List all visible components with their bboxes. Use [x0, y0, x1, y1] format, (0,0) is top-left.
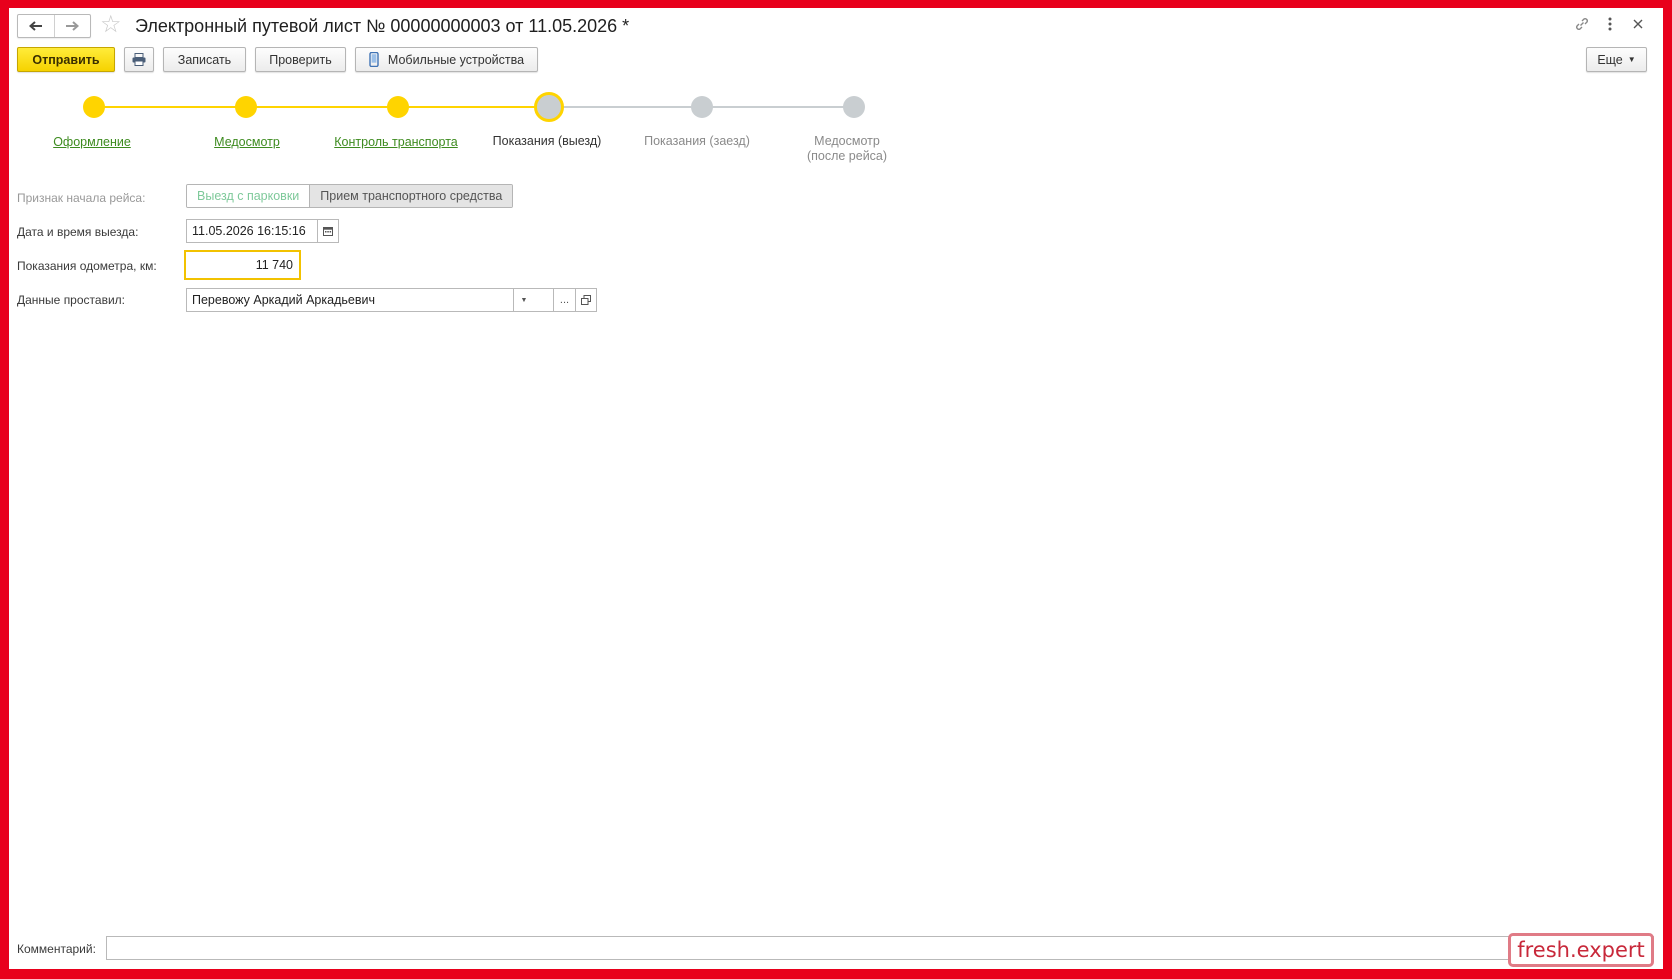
close-icon[interactable]: [1628, 14, 1648, 34]
open-button[interactable]: [575, 289, 596, 311]
printer-icon: [132, 53, 146, 66]
dropdown-arrow-icon: ▼: [520, 296, 528, 304]
step-1-label[interactable]: Оформление: [22, 135, 162, 150]
more-button[interactable]: Еще ▼: [1586, 47, 1647, 72]
history-nav: [17, 14, 91, 38]
select-from-list-button[interactable]: ...: [553, 289, 575, 311]
trip-start-option-parking[interactable]: Выезд с парковки: [187, 185, 310, 207]
odometer-label: Показания одометра, км:: [17, 259, 157, 273]
calendar-button[interactable]: [317, 220, 338, 242]
comment-label: Комментарий:: [17, 942, 96, 956]
arrow-left-icon: [28, 21, 42, 31]
favorite-star-icon[interactable]: ☆: [100, 11, 122, 39]
dropdown-button[interactable]: ▼: [513, 289, 534, 311]
link-icon[interactable]: [1572, 14, 1592, 34]
check-button[interactable]: Проверить: [255, 47, 346, 72]
step-3-dot[interactable]: [387, 96, 409, 118]
save-button[interactable]: Записать: [163, 47, 246, 72]
odometer-value: 11 740: [255, 258, 293, 272]
odometer-input[interactable]: 11 740: [184, 250, 301, 280]
mobile-devices-button[interactable]: Мобильные устройства: [355, 47, 538, 72]
entered-by-label: Данные проставил:: [17, 293, 125, 307]
more-vertical-icon[interactable]: [1600, 14, 1620, 34]
step-5-label[interactable]: Показания (заезд): [627, 134, 767, 149]
step-5-dot[interactable]: [691, 96, 713, 118]
step-4-dot[interactable]: [534, 92, 564, 122]
entered-by-field[interactable]: Перевожу Аркадий Аркадьевич ▼ ...: [186, 288, 597, 312]
departure-datetime-value: 11.05.2026 16:15:16: [192, 224, 306, 238]
step-3-label[interactable]: Контроль транспорта: [326, 135, 466, 150]
window-title: Электронный путевой лист № 00000000003 о…: [135, 16, 630, 36]
open-window-icon: [581, 295, 591, 305]
back-button[interactable]: [18, 15, 54, 37]
step-2-dot[interactable]: [235, 96, 257, 118]
smartphone-icon: [369, 52, 379, 67]
step-1-dot[interactable]: [83, 96, 105, 118]
arrow-right-icon: [66, 21, 80, 31]
fresh-expert-watermark: fresh.expert: [1508, 933, 1654, 967]
step-6-label[interactable]: Медосмотр (после рейса): [777, 134, 917, 164]
trip-start-label: Признак начала рейса:: [17, 191, 146, 205]
departure-datetime-field[interactable]: 11.05.2026 16:15:16: [186, 219, 339, 243]
comment-input[interactable]: [106, 936, 1654, 960]
step-4-label[interactable]: Показания (выезд): [477, 134, 617, 149]
mobile-devices-label: Мобильные устройства: [387, 52, 525, 67]
entered-by-value: Перевожу Аркадий Аркадьевич: [192, 293, 375, 307]
print-button[interactable]: [124, 47, 154, 72]
calendar-icon: [323, 227, 333, 236]
step-2-label[interactable]: Медосмотр: [177, 135, 317, 150]
trip-start-option-vehicle[interactable]: Прием транспортного средства: [309, 185, 513, 207]
ellipsis-text: ...: [559, 294, 570, 306]
forward-button[interactable]: [53, 15, 91, 37]
more-label: Еще: [1597, 52, 1623, 67]
dropdown-arrow-icon: ▼: [1627, 55, 1636, 64]
send-button[interactable]: Отправить: [17, 47, 115, 72]
trip-start-toggle: Выезд с парковки Прием транспортного сре…: [186, 184, 514, 208]
step-6-dot[interactable]: [843, 96, 865, 118]
progress-line-done: [94, 106, 549, 108]
departure-label: Дата и время выезда:: [17, 225, 139, 239]
